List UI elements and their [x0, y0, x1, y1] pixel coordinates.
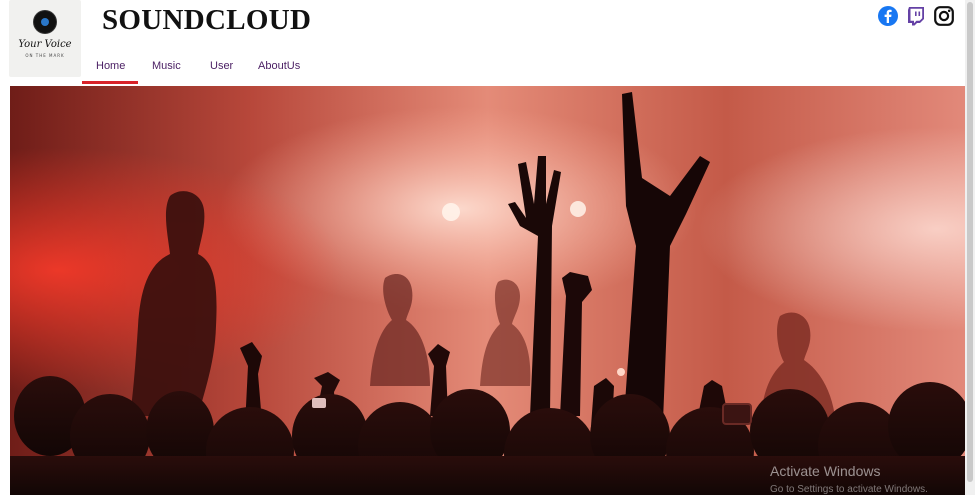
vinyl-disc-icon [34, 11, 56, 33]
site-header: Your Voice ON THE MARK SOUNDCLOUD Home M… [0, 0, 975, 86]
hero-concert-image [10, 86, 965, 495]
facebook-icon[interactable] [878, 6, 898, 26]
main-nav: Home Music User AboutUs [82, 55, 314, 86]
concert-crowd-illustration [10, 86, 965, 495]
logo-tagline: ON THE MARK [25, 53, 65, 58]
nav-item-user[interactable]: User [196, 55, 244, 84]
nav-item-aboutus[interactable]: AboutUs [244, 55, 314, 84]
activate-windows-title: Activate Windows [770, 463, 881, 479]
site-logo[interactable]: Your Voice ON THE MARK [9, 0, 81, 77]
nav-item-music[interactable]: Music [138, 55, 196, 84]
scrollbar-thumb[interactable] [967, 2, 973, 482]
activate-windows-subtitle: Go to Settings to activate Windows. [770, 484, 928, 495]
brand-title: SOUNDCLOUD [102, 4, 312, 36]
instagram-icon[interactable] [934, 6, 954, 26]
nav-item-home[interactable]: Home [82, 55, 138, 84]
logo-script-text: Your Voice [18, 39, 72, 50]
twitch-icon[interactable] [907, 6, 925, 26]
